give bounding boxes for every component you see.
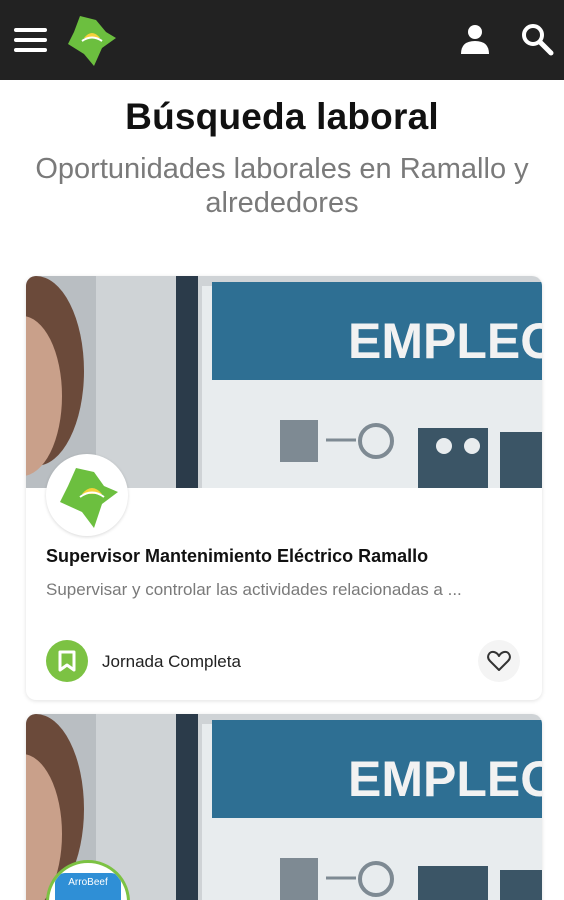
job-type-badge xyxy=(46,640,88,682)
poster-text: EMPLEO xyxy=(348,751,542,807)
poster-text: EMPLEO xyxy=(348,313,542,369)
page-subtitle: Oportunidades laborales en Ramallo y alr… xyxy=(35,153,529,219)
top-app-bar xyxy=(0,0,564,80)
job-description: Supervisar y controlar las actividades r… xyxy=(46,580,462,599)
job-card[interactable]: EMPLEO ArroBeef xyxy=(26,714,542,900)
favorite-button[interactable] xyxy=(478,640,520,682)
company-logo xyxy=(46,454,128,536)
municipal-logo-icon xyxy=(60,468,118,528)
heart-outline-icon xyxy=(487,650,511,671)
hamburger-menu-icon[interactable] xyxy=(14,28,47,54)
job-type-label: Jornada Completa xyxy=(102,652,241,671)
page-title: Búsqueda laboral xyxy=(125,96,439,137)
municipal-logo-icon[interactable] xyxy=(66,14,118,68)
bookmark-icon xyxy=(58,650,76,672)
job-title[interactable]: Supervisor Mantenimiento Eléctrico Ramal… xyxy=(46,546,428,567)
job-card[interactable]: EMPLEO Supervisor Mantenimiento Eléctric… xyxy=(26,276,542,700)
user-icon[interactable] xyxy=(458,22,492,56)
company-logo-text: ArroBeef xyxy=(55,873,121,900)
job-card-image: EMPLEO xyxy=(26,276,542,488)
search-icon[interactable] xyxy=(520,22,554,56)
